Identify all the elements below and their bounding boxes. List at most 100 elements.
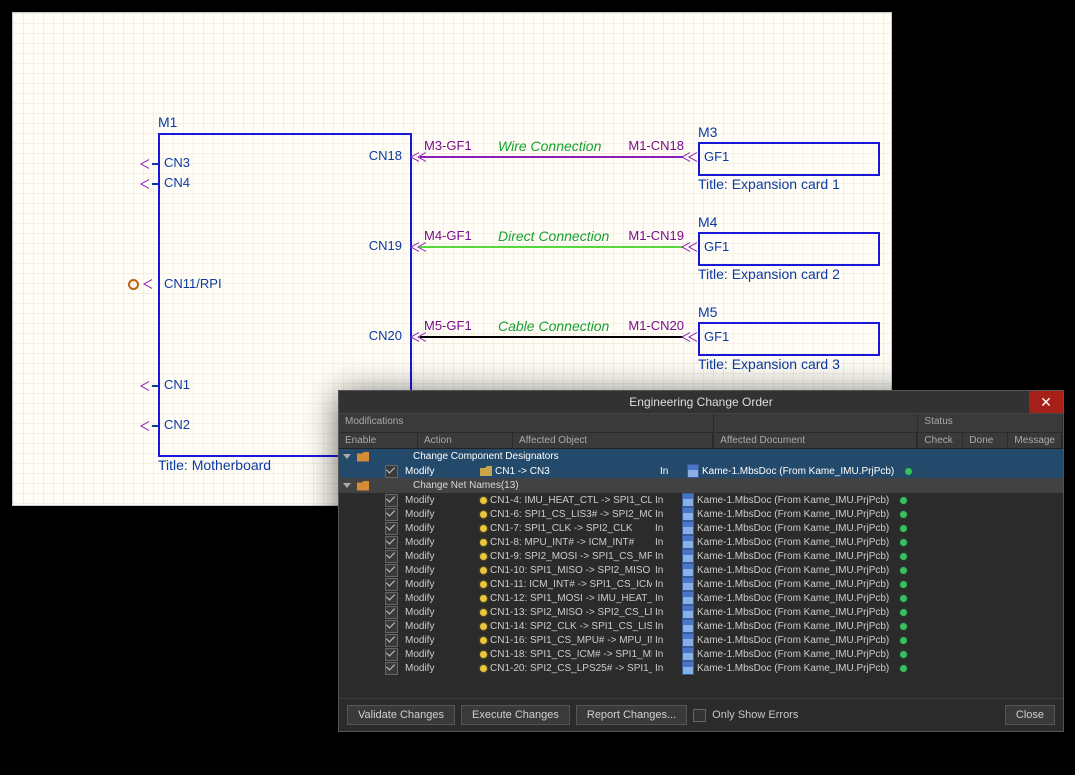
close-icon: ✕ xyxy=(1040,394,1052,411)
eco-row-8-in: In xyxy=(655,593,679,604)
wire-from-label-2: M5-GF1 xyxy=(424,319,472,332)
eco-row-10[interactable]: Modify CN1-14: SPI2_CLK -> SPI1_CS_LIS3#… xyxy=(339,619,1063,633)
eco-row-9[interactable]: Modify CN1-13: SPI2_MISO -> SPI2_CS_LPS2… xyxy=(339,605,1063,619)
eco-row-5-enable-checkbox[interactable] xyxy=(385,550,398,563)
eco-row-0-action: Modify xyxy=(401,466,477,477)
eco-row-1-enable-checkbox[interactable] xyxy=(385,494,398,507)
net-icon xyxy=(480,651,487,658)
document-icon xyxy=(682,619,694,633)
m1-title: Title: Motherboard xyxy=(158,458,271,472)
eco-row-7-action: Modify xyxy=(401,579,477,590)
port-arrow-cn4 xyxy=(140,179,149,189)
eco-row-5-in: In xyxy=(655,551,679,562)
document-icon xyxy=(682,591,694,605)
eco-row-0-enable-checkbox[interactable] xyxy=(385,465,398,478)
eco-titlebar[interactable]: Engineering Change Order ✕ xyxy=(339,391,1063,414)
connection-wire-1[interactable] xyxy=(420,246,686,248)
document-icon xyxy=(682,521,694,535)
hdr-check[interactable]: Check xyxy=(918,433,963,448)
eco-row-3-enable-checkbox[interactable] xyxy=(385,522,398,535)
check-ok-icon xyxy=(900,567,907,574)
harness-arrow2-card-m5 xyxy=(688,332,697,342)
port-arrow-cn3 xyxy=(140,159,149,169)
port-cn11: CN11/RPI xyxy=(164,277,222,290)
eco-dialog: Engineering Change Order ✕ Modifications… xyxy=(338,390,1064,732)
eco-row-6-enable-checkbox[interactable] xyxy=(385,564,398,577)
net-icon xyxy=(480,497,487,504)
check-ok-icon xyxy=(900,511,907,518)
eco-row-4-enable-checkbox[interactable] xyxy=(385,536,398,549)
check-ok-icon xyxy=(900,497,907,504)
connection-wire-2[interactable] xyxy=(420,336,686,338)
card-ref-m4: M4 xyxy=(698,215,717,229)
eco-row-6[interactable]: Modify CN1-10: SPI1_MISO -> SPI2_MISO In… xyxy=(339,563,1063,577)
eco-row-12-doc: Kame-1.MbsDoc (From Kame_IMU.PrjPcb) xyxy=(697,649,897,660)
hdr-affected-object[interactable]: Affected Object xyxy=(513,433,713,448)
eco-row-13-enable-checkbox[interactable] xyxy=(385,662,398,675)
card-port-m3: GF1 xyxy=(704,150,729,163)
eco-row-2[interactable]: Modify CN1-6: SPI1_CS_LIS3# -> SPI2_MOSI… xyxy=(339,507,1063,521)
eco-row-12-enable-checkbox[interactable] xyxy=(385,648,398,661)
port-cn19: CN19 xyxy=(369,239,402,252)
execute-changes-button[interactable]: Execute Changes xyxy=(461,705,570,725)
validate-changes-button[interactable]: Validate Changes xyxy=(347,705,455,725)
eco-row-13[interactable]: Modify CN1-20: SPI2_CS_LPS25# -> SPI1_MO… xyxy=(339,661,1063,675)
eco-row-3-action: Modify xyxy=(401,523,477,534)
eco-row-0[interactable]: Modify CN1 -> CN3 In Kame-1.MbsDoc (From… xyxy=(339,464,1063,478)
eco-row-10-enable-checkbox[interactable] xyxy=(385,620,398,633)
eco-row-11-action: Modify xyxy=(401,635,477,646)
document-icon xyxy=(682,661,694,675)
connection-wire-0[interactable] xyxy=(420,156,686,158)
eco-row-9-enable-checkbox[interactable] xyxy=(385,606,398,619)
port-tick-cn2 xyxy=(152,425,158,427)
eco-row-3[interactable]: Modify CN1-7: SPI1_CLK -> SPI2_CLK In Ka… xyxy=(339,521,1063,535)
close-button[interactable]: ✕ xyxy=(1029,391,1063,413)
eco-row-2-enable-checkbox[interactable] xyxy=(385,508,398,521)
port-arrow-cn11 xyxy=(143,279,152,289)
document-icon xyxy=(682,633,694,647)
eco-row-10-in: In xyxy=(655,621,679,632)
eco-row-8-object: CN1-12: SPI1_MOSI -> IMU_HEAT_CTL xyxy=(490,593,652,604)
check-ok-icon xyxy=(900,623,907,630)
close-button-footer[interactable]: Close xyxy=(1005,705,1055,725)
check-ok-icon xyxy=(900,581,907,588)
hdr-enable[interactable]: Enable xyxy=(339,433,418,448)
eco-row-11-enable-checkbox[interactable] xyxy=(385,634,398,647)
eco-row-5[interactable]: Modify CN1-9: SPI2_MOSI -> SPI1_CS_MPU# … xyxy=(339,549,1063,563)
report-changes-button[interactable]: Report Changes... xyxy=(576,705,687,725)
hdr-message[interactable]: Message xyxy=(1008,433,1062,448)
eco-group-0[interactable]: Change Component Designators xyxy=(339,449,1063,464)
eco-row-7[interactable]: Modify CN1-11: ICM_INT# -> SPI1_CS_ICM# … xyxy=(339,577,1063,591)
eco-row-12-in: In xyxy=(655,649,679,660)
eco-group-1[interactable]: Change Net Names(13) xyxy=(339,478,1063,493)
check-ok-icon xyxy=(900,595,907,602)
card-ref-m5: M5 xyxy=(698,305,717,319)
eco-row-7-enable-checkbox[interactable] xyxy=(385,578,398,591)
eco-row-2-doc: Kame-1.MbsDoc (From Kame_IMU.PrjPcb) xyxy=(697,509,897,520)
eco-row-13-object: CN1-20: SPI2_CS_LPS25# -> SPI1_MOSI xyxy=(490,663,652,674)
eco-row-8-enable-checkbox[interactable] xyxy=(385,592,398,605)
card-title-m5: Title: Expansion card 3 xyxy=(698,357,840,371)
document-icon xyxy=(682,535,694,549)
eco-row-4[interactable]: Modify CN1-8: MPU_INT# -> ICM_INT# In Ka… xyxy=(339,535,1063,549)
eco-row-8-action: Modify xyxy=(401,593,477,604)
hdr-done[interactable]: Done xyxy=(963,433,1008,448)
card-title-m3: Title: Expansion card 1 xyxy=(698,177,840,191)
only-show-errors-checkbox[interactable] xyxy=(693,709,706,722)
hdr-affected-document[interactable]: Affected Document xyxy=(714,433,917,448)
eco-title: Engineering Change Order xyxy=(629,395,772,409)
eco-row-5-action: Modify xyxy=(401,551,477,562)
eco-row-12[interactable]: Modify CN1-18: SPI1_CS_ICM# -> SPI1_MISO… xyxy=(339,647,1063,661)
eco-row-1[interactable]: Modify CN1-4: IMU_HEAT_CTL -> SPI1_CLK I… xyxy=(339,493,1063,507)
wire-type-label-0: Wire Connection xyxy=(498,139,601,153)
eco-row-8[interactable]: Modify CN1-12: SPI1_MOSI -> IMU_HEAT_CTL… xyxy=(339,591,1063,605)
eco-row-2-action: Modify xyxy=(401,509,477,520)
eco-row-0-doc: Kame-1.MbsDoc (From Kame_IMU.PrjPcb) xyxy=(702,466,902,477)
eco-row-11[interactable]: Modify CN1-16: SPI1_CS_MPU# -> MPU_INT# … xyxy=(339,633,1063,647)
eco-row-7-object: CN1-11: ICM_INT# -> SPI1_CS_ICM# xyxy=(490,579,652,590)
hdr-action[interactable]: Action xyxy=(418,433,513,448)
document-icon xyxy=(682,493,694,507)
card-ref-m3: M3 xyxy=(698,125,717,139)
harness-arrow2-card-m3 xyxy=(688,152,697,162)
port-cn4: CN4 xyxy=(164,176,190,189)
